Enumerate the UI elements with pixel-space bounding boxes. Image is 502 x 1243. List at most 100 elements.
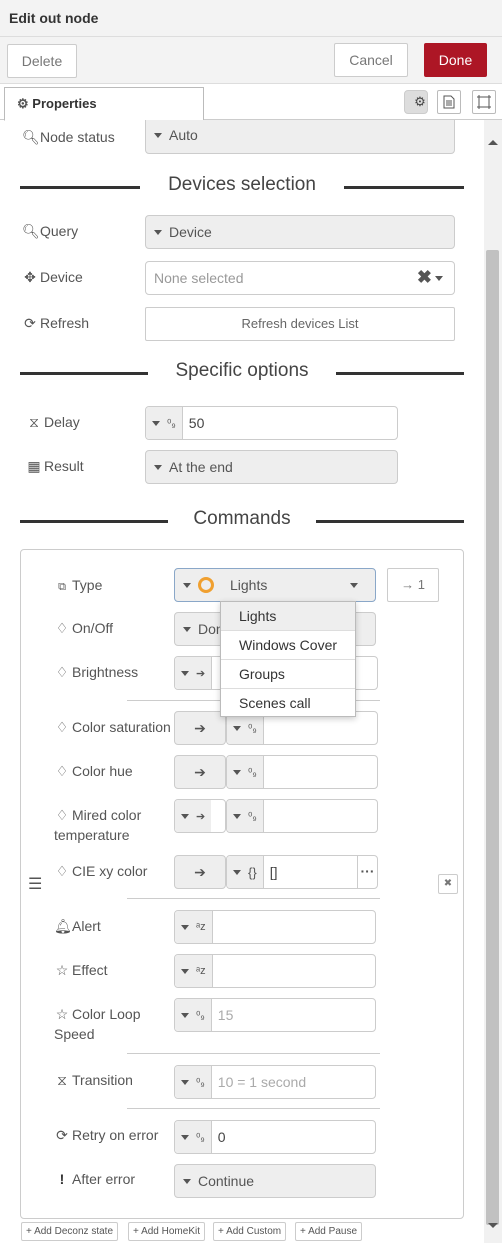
after-error-label: ! After error xyxy=(54,1171,135,1187)
frame-icon xyxy=(477,95,491,109)
appearance-tab-button[interactable] xyxy=(472,90,496,114)
delete-button[interactable]: Delete xyxy=(7,44,77,78)
color-hue-input[interactable]: ⁰₉ xyxy=(226,755,378,789)
cie-label: ♢ CIE xy color xyxy=(55,863,148,879)
drag-handle-icon[interactable]: ☰ xyxy=(28,874,42,894)
query-label: 🔍︎Query xyxy=(22,223,79,239)
color-saturation-label: ♢ Color saturation xyxy=(55,719,171,735)
retry-input[interactable]: ⁰₉ 0 xyxy=(174,1120,376,1154)
tab-bar: ⚙ Properties ⚙ xyxy=(0,84,502,121)
color-loop-label: ☆ Color Loop xyxy=(55,1006,141,1022)
effect-input[interactable]: ᵃz xyxy=(174,954,376,988)
section-title: Devices selection xyxy=(168,174,316,195)
table-icon: ▦ xyxy=(27,458,41,474)
onoff-label: ♢ On/Off xyxy=(55,620,113,636)
refresh-icon: ⟳ xyxy=(56,1127,68,1143)
tab-properties[interactable]: ⚙ Properties xyxy=(4,87,204,121)
document-icon xyxy=(443,95,455,109)
tab-properties-label: Properties xyxy=(32,96,97,111)
lightbulb-icon: ♢ xyxy=(55,620,69,636)
caret-down-icon xyxy=(183,582,191,588)
description-tab-button[interactable] xyxy=(437,90,461,114)
mired-mode[interactable]: ➔ xyxy=(174,799,226,833)
cie-input[interactable]: {} [] ··· xyxy=(226,855,378,889)
star-icon: ☆ xyxy=(55,1006,69,1022)
cancel-button[interactable]: Cancel xyxy=(334,43,408,77)
device-field[interactable]: None selected ✖ xyxy=(145,261,455,295)
add-homekit-button[interactable]: + Add HomeKit xyxy=(128,1222,205,1241)
arrow-circle-icon: ➔ xyxy=(194,763,206,780)
output-button[interactable]: → 1 xyxy=(387,568,439,602)
refresh-label: ⟳ Refresh xyxy=(22,315,89,332)
hourglass-icon: ⧖ xyxy=(29,414,39,430)
caret-down-icon xyxy=(183,626,191,632)
toolbar: Delete Cancel Done xyxy=(0,37,502,84)
device-label: ✥ Device xyxy=(22,269,83,286)
refresh-icon: ⟳ xyxy=(24,315,36,331)
remove-row-button[interactable]: ✖ xyxy=(438,874,458,894)
search-icon: 🔍︎ xyxy=(22,129,40,145)
done-button[interactable]: Done xyxy=(424,43,487,77)
divider xyxy=(127,1108,380,1109)
alert-input[interactable]: ᵃz xyxy=(174,910,376,944)
add-pause-button[interactable]: + Add Pause xyxy=(295,1222,363,1241)
color-loop-label-line2: Speed xyxy=(54,1026,95,1042)
clear-icon[interactable]: ✖ xyxy=(417,267,432,288)
more-icon[interactable]: ··· xyxy=(357,856,377,888)
scrollbar[interactable] xyxy=(484,120,502,1243)
gear-icon: ⚙ xyxy=(17,96,29,111)
node-status-select[interactable]: Auto xyxy=(145,120,455,154)
dropdown-option-lights[interactable]: Lights xyxy=(221,602,355,631)
add-deconz-state-button[interactable]: + Add Deconz state xyxy=(21,1222,119,1241)
dropdown-option-windows-cover[interactable]: Windows Cover xyxy=(221,631,355,660)
lightbulb-icon: ♢ xyxy=(55,664,69,680)
after-error-select[interactable]: Continue xyxy=(174,1164,376,1198)
delay-label: ⧖ Delay xyxy=(26,414,80,431)
type-select[interactable]: Lights xyxy=(174,568,376,602)
retry-label: ⟳ Retry on error xyxy=(54,1127,158,1144)
lightbulb-icon: ♢ xyxy=(55,807,69,823)
search-icon: 🔍︎ xyxy=(22,223,40,239)
dropdown-option-scenes-call[interactable]: Scenes call xyxy=(221,689,355,718)
caret-down-icon xyxy=(154,132,162,138)
exclamation-icon: ! xyxy=(59,1171,65,1187)
query-select[interactable]: Device xyxy=(145,215,455,249)
divider xyxy=(127,898,380,899)
number-type-icon[interactable]: ⁰₉ xyxy=(146,407,183,439)
mired-input[interactable]: ⁰₉ xyxy=(226,799,378,833)
device-placeholder: None selected xyxy=(154,270,244,286)
alert-label: 🔔︎Alert xyxy=(54,918,101,934)
scrollbar-thumb[interactable] xyxy=(486,250,499,1225)
cie-mode[interactable]: ➔ xyxy=(174,855,226,889)
color-saturation-mode[interactable]: ➔ xyxy=(174,711,226,745)
result-select[interactable]: At the end xyxy=(145,450,398,484)
dropdown-option-groups[interactable]: Groups xyxy=(221,660,355,689)
scroll-down-icon[interactable] xyxy=(488,1223,498,1228)
scroll-up-icon[interactable] xyxy=(488,140,498,145)
lights-type-icon xyxy=(198,577,214,593)
crosshair-icon: ✥ xyxy=(24,269,36,285)
node-status-label: 🔍︎Node status xyxy=(22,129,115,145)
section-title: Specific options xyxy=(175,360,309,381)
divider xyxy=(127,1053,380,1054)
type-label: ⧉ Type xyxy=(54,577,102,594)
mired-label-line2: temperature xyxy=(54,827,130,843)
settings-tab-button[interactable]: ⚙ xyxy=(404,90,428,114)
lightbulb-icon: ♢ xyxy=(55,763,69,779)
section-title: Commands xyxy=(193,508,291,529)
color-hue-mode[interactable]: ➔ xyxy=(174,755,226,789)
add-custom-button[interactable]: + Add Custom xyxy=(213,1222,287,1241)
result-label: ▦ Result xyxy=(27,458,84,474)
refresh-devices-button[interactable]: Refresh devices List xyxy=(145,307,455,341)
type-dropdown-menu: Lights Windows Cover Groups Scenes call xyxy=(220,601,356,717)
effect-label: ☆ Effect xyxy=(55,962,108,978)
title-bar: Edit out node xyxy=(0,0,502,37)
section-specific-options: Specific options xyxy=(20,360,464,384)
delay-input[interactable]: ⁰₉ 50 xyxy=(145,406,398,440)
arrow-circle-icon: ➔ xyxy=(194,863,206,880)
color-loop-speed-input[interactable]: ⁰₉ 15 xyxy=(174,998,376,1032)
hourglass-icon: ⧖ xyxy=(57,1072,67,1088)
transition-input[interactable]: ⁰₉ 10 = 1 second xyxy=(174,1065,376,1099)
caret-down-icon[interactable] xyxy=(435,276,443,281)
caret-down-icon xyxy=(154,464,162,470)
